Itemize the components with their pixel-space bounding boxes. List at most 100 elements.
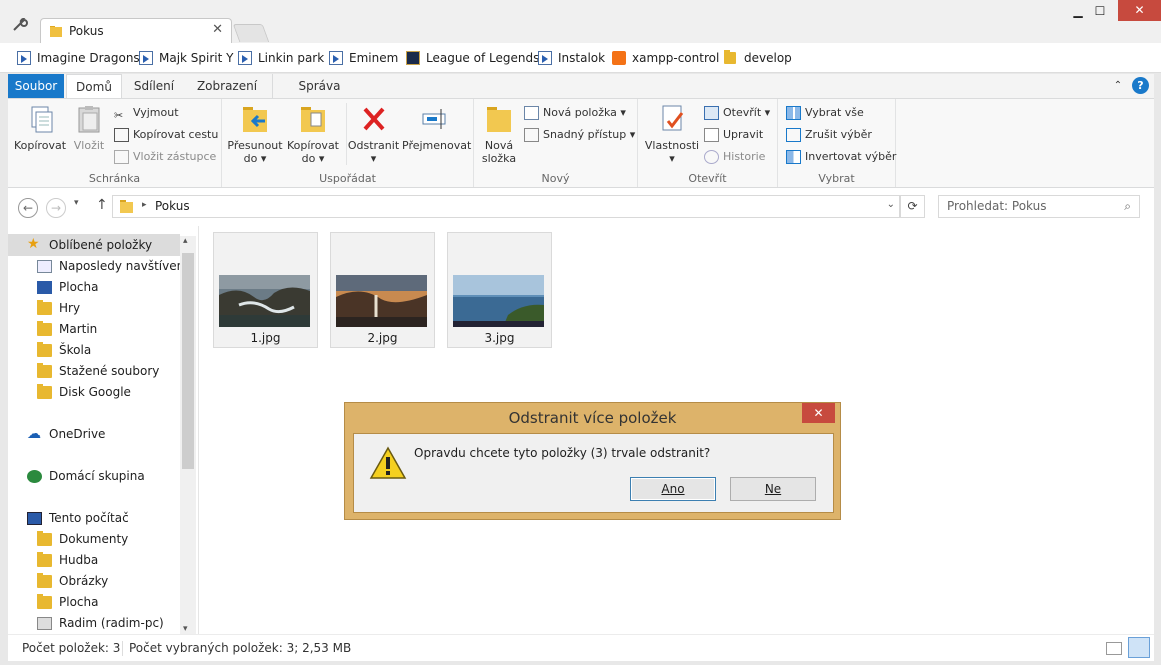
copy-button[interactable]: Kopírovat	[14, 103, 66, 152]
nav-homegroup[interactable]: Domácí skupina	[27, 466, 145, 487]
dialog-close-button[interactable]: ✕	[802, 403, 835, 423]
nav-item-radim[interactable]: Radim (radim-pc)	[37, 613, 164, 634]
folder-icon	[37, 342, 52, 357]
delete-button[interactable]: Odstranit ▾	[346, 103, 400, 165]
image-thumbnail	[453, 275, 544, 327]
details-view-icon[interactable]	[1106, 642, 1122, 655]
recent-locations-icon[interactable]: ▾	[74, 198, 79, 208]
nav-onedrive[interactable]: ☁ OneDrive	[27, 424, 105, 445]
scrollbar-thumb[interactable]	[182, 253, 194, 469]
select-none-button[interactable]: Zrušit výběr	[786, 125, 872, 145]
nav-item-skola[interactable]: Škola	[37, 340, 91, 361]
nav-item-music[interactable]: Hudba	[37, 550, 98, 571]
new-item-button[interactable]: Nová položka ▾	[524, 103, 626, 123]
folder-icon	[119, 199, 135, 217]
browser-tab[interactable]: Pokus ✕	[40, 18, 232, 44]
file-tile[interactable]: 2.jpg	[330, 232, 435, 348]
up-arrow-icon[interactable]: ↑	[96, 197, 108, 213]
group-organize: Přesunout do ▾ Kopírovat do ▾ Odstranit ▾ P…	[222, 99, 474, 187]
open-icon	[704, 106, 719, 120]
address-dropdown-icon[interactable]: ⌄	[887, 199, 895, 210]
recent-places-icon	[37, 260, 52, 273]
window-close-button[interactable]: ✕	[1118, 0, 1161, 21]
minimize-button[interactable]: ▁	[1068, 2, 1088, 20]
group-label: Vybrat	[818, 172, 855, 185]
bookmark-instalok[interactable]: Instalok	[538, 49, 605, 67]
image-thumbnail	[219, 275, 310, 327]
nav-item-recent[interactable]: Naposledy navštívené	[37, 256, 192, 277]
paste-shortcut-button[interactable]: Vložit zástupce	[114, 147, 216, 167]
new-tab-button[interactable]	[232, 24, 270, 42]
bookmark-eminem[interactable]: Eminem	[329, 49, 398, 67]
properties-button[interactable]: Vlastnosti ▾	[644, 103, 700, 165]
yes-button[interactable]: Ano	[630, 477, 716, 501]
nav-item-pictures[interactable]: Obrázky	[37, 571, 108, 592]
bookmark-imagine-dragons[interactable]: Imagine Dragons	[17, 49, 140, 67]
large-icons-view-icon[interactable]	[1128, 637, 1150, 658]
star-icon: ★	[27, 236, 40, 252]
collapse-ribbon-icon[interactable]: ⌃	[1110, 74, 1126, 98]
copy-path-button[interactable]: Kopírovat cestu	[114, 125, 218, 145]
invert-selection-button[interactable]: Invertovat výběr	[786, 147, 896, 167]
file-name: 3.jpg	[484, 331, 515, 345]
edit-button[interactable]: Upravit	[704, 125, 763, 145]
breadcrumb[interactable]: Pokus	[155, 199, 190, 213]
dialog-message: Opravdu chcete tyto položky (3) trvale o…	[414, 446, 711, 460]
help-icon[interactable]: ?	[1132, 77, 1149, 94]
warning-icon	[369, 446, 407, 479]
nav-item-documents[interactable]: Dokumenty	[37, 529, 128, 550]
bookmark-xampp[interactable]: xampp-control	[612, 49, 719, 67]
nav-favorites[interactable]: ★ Oblíbené položky	[27, 235, 152, 256]
rename-button[interactable]: Přejmenovat	[402, 103, 471, 152]
scroll-up-icon[interactable]: ▴	[183, 236, 188, 246]
wrench-icon[interactable]	[12, 17, 28, 32]
easy-access-button[interactable]: Snadný přístup ▾	[524, 125, 635, 145]
tab-file[interactable]: Soubor	[8, 74, 64, 98]
bookmark-majk-spirit[interactable]: Majk Spirit Y	[139, 49, 234, 67]
pictures-folder-icon	[37, 573, 52, 588]
forward-arrow-icon[interactable]: →	[46, 198, 66, 218]
search-icon[interactable]: ⌕	[1124, 196, 1131, 217]
back-arrow-icon[interactable]: ←	[18, 198, 38, 218]
search-input[interactable]: Prohledat: Pokus ⌕	[938, 195, 1140, 218]
breadcrumb-chevron-icon[interactable]: ▸	[142, 200, 147, 210]
tab-manage[interactable]: Správa	[272, 74, 366, 98]
tab-view[interactable]: Zobrazení	[188, 74, 266, 98]
bookmark-linkin-park[interactable]: Linkin park	[238, 49, 324, 67]
cut-button[interactable]: ✂ Vyjmout	[114, 103, 179, 123]
nav-item-downloads[interactable]: Stažené soubory	[37, 361, 159, 382]
nav-item-google-drive[interactable]: Disk Google	[37, 382, 131, 403]
select-all-button[interactable]: Vybrat vše	[786, 103, 864, 123]
no-button[interactable]: Ne	[730, 477, 816, 501]
nav-item-desktop[interactable]: Plocha	[37, 277, 98, 298]
maximize-button[interactable]: ☐	[1090, 2, 1110, 20]
nav-this-pc[interactable]: Tento počítač	[27, 508, 129, 529]
paste-button[interactable]: Vložit	[68, 103, 110, 152]
refresh-icon[interactable]: ⟳	[900, 195, 925, 218]
history-button[interactable]: Historie	[704, 147, 765, 167]
select-all-icon	[786, 106, 801, 120]
close-tab-icon[interactable]: ✕	[212, 22, 223, 37]
homegroup-icon	[27, 470, 42, 483]
copy-to-button[interactable]: Kopírovat do ▾	[284, 103, 342, 165]
bookmark-develop[interactable]: develop	[724, 49, 792, 67]
tab-share[interactable]: Sdílení	[126, 74, 182, 98]
nav-item-martin[interactable]: Martin	[37, 319, 97, 340]
scroll-down-icon[interactable]: ▾	[183, 624, 188, 634]
open-button[interactable]: Otevřít ▾	[704, 103, 770, 123]
file-icon	[238, 51, 252, 65]
bookmark-league-of-legends[interactable]: League of Legends	[406, 49, 539, 67]
documents-folder-icon	[37, 531, 52, 546]
file-icon	[329, 51, 343, 65]
nav-item-hry[interactable]: Hry	[37, 298, 80, 319]
move-to-button[interactable]: Přesunout do ▾	[226, 103, 284, 165]
computer-icon	[27, 512, 42, 525]
file-tile[interactable]: 3.jpg	[447, 232, 552, 348]
file-tile[interactable]: 1.jpg	[213, 232, 318, 348]
delete-confirm-dialog: Odstranit více položek ✕ Opravdu chcete …	[344, 402, 841, 520]
nav-item-desktop-pc[interactable]: Plocha	[37, 592, 98, 613]
address-bar[interactable]: ▸ Pokus ⌄	[112, 195, 900, 218]
downloads-folder-icon	[37, 363, 52, 378]
new-folder-button[interactable]: Nová složka	[478, 103, 520, 165]
tab-home[interactable]: Domů	[66, 74, 122, 98]
